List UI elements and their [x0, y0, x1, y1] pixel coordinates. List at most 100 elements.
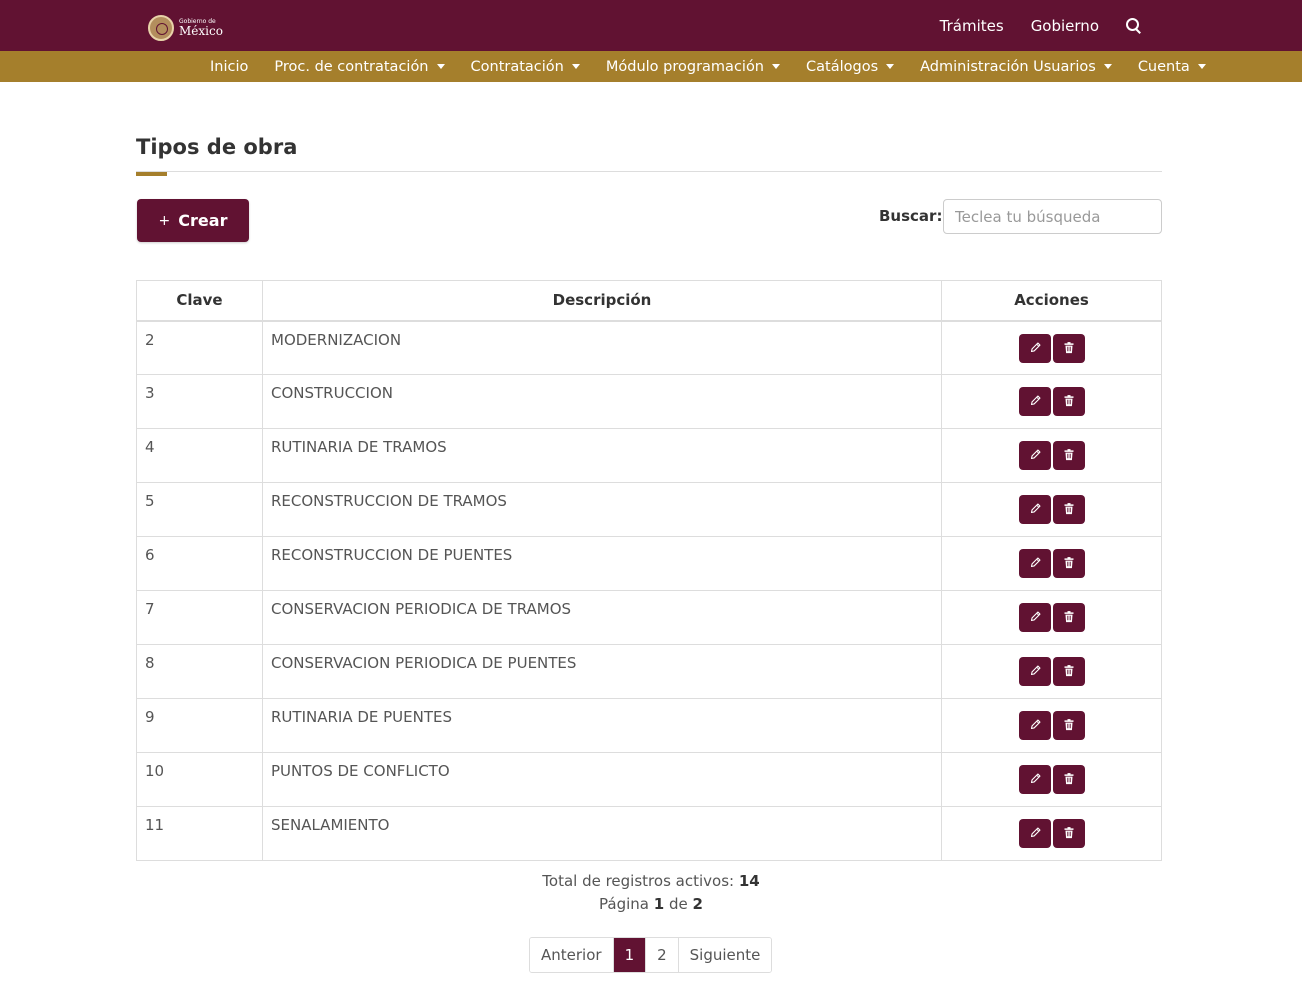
- table-row: 7 CONSERVACION PERIODICA DE TRAMOS: [136, 590, 1162, 645]
- edit-button[interactable]: [1018, 657, 1051, 686]
- table-row: 10 PUNTOS DE CONFLICTO: [136, 752, 1162, 807]
- create-button-label: Crear: [178, 211, 228, 230]
- pagination-previous[interactable]: Anterior: [530, 938, 613, 972]
- pencil-icon: [1030, 341, 1041, 352]
- delete-button[interactable]: [1052, 495, 1085, 524]
- logo-big-text: México: [179, 24, 223, 38]
- cell-clave: 9: [136, 698, 263, 753]
- header-links: Trámites Gobierno: [940, 0, 1142, 51]
- search-icon[interactable]: [1126, 17, 1142, 34]
- cell-acciones: [941, 428, 1162, 483]
- delete-button[interactable]: [1052, 819, 1085, 848]
- pencil-icon: [1030, 395, 1041, 406]
- edit-button[interactable]: [1018, 765, 1051, 794]
- cell-descripcion: MODERNIZACION: [262, 320, 942, 375]
- pagination-page-2[interactable]: 2: [645, 938, 678, 972]
- nav-item-administracion-usuarios[interactable]: Administración Usuarios: [920, 59, 1112, 75]
- nav-item-label: Inicio: [210, 58, 249, 75]
- nav-item-label: Contratación: [470, 58, 564, 75]
- gobierno-mexico-logo[interactable]: Gobierno de México: [148, 15, 223, 41]
- cell-acciones: [941, 320, 1162, 375]
- pencil-icon: [1030, 827, 1041, 838]
- caret-down-icon: [571, 64, 580, 69]
- edit-button[interactable]: [1018, 441, 1051, 470]
- pagination-next[interactable]: Siguiente: [677, 938, 772, 972]
- trash-icon: [1064, 611, 1073, 623]
- cell-acciones: [941, 482, 1162, 537]
- search-input[interactable]: [943, 199, 1162, 234]
- nav-item-inicio[interactable]: Inicio: [210, 59, 248, 75]
- edit-button[interactable]: [1018, 603, 1051, 632]
- national-seal-icon: [148, 15, 174, 41]
- page-label: Página: [599, 895, 649, 913]
- nav-item-proc-contratacion[interactable]: Proc. de contratación: [274, 59, 445, 75]
- trash-icon: [1064, 773, 1073, 785]
- cell-descripcion: RUTINARIA DE PUENTES: [262, 698, 942, 753]
- total-records-line: Total de registros activos: 14: [0, 870, 1302, 893]
- table-row: 3 CONSTRUCCION: [136, 374, 1162, 429]
- cell-descripcion: CONSERVACION PERIODICA DE TRAMOS: [262, 590, 942, 645]
- plus-icon: +: [158, 212, 171, 229]
- cell-acciones: [941, 698, 1162, 753]
- table-row: 6 RECONSTRUCCION DE PUENTES: [136, 536, 1162, 591]
- delete-button[interactable]: [1052, 603, 1085, 632]
- table-row: 4 RUTINARIA DE TRAMOS: [136, 428, 1162, 483]
- nav-item-label: Cuenta: [1137, 58, 1190, 75]
- column-header-descripcion[interactable]: Descripción: [262, 280, 942, 322]
- trash-icon: [1064, 665, 1073, 677]
- cell-descripcion: PUNTOS DE CONFLICTO: [262, 752, 942, 807]
- pencil-icon: [1030, 449, 1041, 460]
- total-value: 14: [738, 872, 760, 890]
- pagination: Anterior 1 2 Siguiente: [529, 937, 773, 973]
- nav-item-cuenta[interactable]: Cuenta: [1138, 59, 1206, 75]
- cell-clave: 7: [136, 590, 263, 645]
- trash-icon: [1064, 395, 1073, 407]
- cell-descripcion: CONSERVACION PERIODICA DE PUENTES: [262, 644, 942, 699]
- caret-down-icon: [436, 64, 445, 69]
- column-header-clave[interactable]: Clave: [136, 280, 263, 322]
- title-divider: [136, 171, 1162, 172]
- pencil-icon: [1030, 665, 1041, 676]
- table-row: 8 CONSERVACION PERIODICA DE PUENTES: [136, 644, 1162, 699]
- tipos-obra-table: Clave Descripción Acciones 2 MODERNIZACIO…: [136, 280, 1162, 861]
- delete-button[interactable]: [1052, 441, 1085, 470]
- edit-button[interactable]: [1018, 495, 1051, 524]
- page-indicator-line: Página 1 de 2: [0, 893, 1302, 916]
- delete-button[interactable]: [1052, 387, 1085, 416]
- nav-item-catalogos[interactable]: Catálogos: [806, 59, 895, 75]
- delete-button[interactable]: [1052, 333, 1085, 363]
- cell-acciones: [941, 644, 1162, 699]
- create-button[interactable]: + Crear: [137, 199, 249, 242]
- cell-clave: 8: [136, 644, 263, 699]
- pagination-page-1[interactable]: 1: [612, 938, 646, 972]
- top-header: Gobierno de México Trámites Gobierno: [0, 0, 1302, 51]
- table-row: 11 SENALAMIENTO: [136, 806, 1162, 861]
- pencil-icon: [1030, 503, 1041, 514]
- header-link-gobierno[interactable]: Gobierno: [1031, 17, 1099, 35]
- page-total: 2: [692, 895, 703, 913]
- cell-descripcion: SENALAMIENTO: [262, 806, 942, 861]
- nav-item-contratacion[interactable]: Contratación: [471, 59, 580, 75]
- logo-text: Gobierno de México: [179, 19, 223, 38]
- edit-button[interactable]: [1018, 549, 1051, 578]
- table-header-row: Clave Descripción Acciones: [136, 280, 1162, 322]
- delete-button[interactable]: [1052, 765, 1085, 794]
- cell-acciones: [941, 590, 1162, 645]
- cell-clave: 4: [136, 428, 263, 483]
- cell-descripcion: RECONSTRUCCION DE TRAMOS: [262, 482, 942, 537]
- edit-button[interactable]: [1018, 711, 1051, 740]
- records-summary: Total de registros activos: 14 Página 1 …: [0, 870, 1302, 916]
- delete-button[interactable]: [1052, 549, 1085, 578]
- edit-button[interactable]: [1018, 333, 1051, 363]
- pencil-icon: [1030, 773, 1041, 784]
- page-title: Tipos de obra: [136, 135, 298, 159]
- cell-clave: 6: [136, 536, 263, 591]
- delete-button[interactable]: [1052, 657, 1085, 686]
- header-link-tramites[interactable]: Trámites: [940, 17, 1004, 35]
- edit-button[interactable]: [1018, 819, 1051, 848]
- nav-item-modulo-programacion[interactable]: Módulo programación: [606, 59, 781, 75]
- delete-button[interactable]: [1052, 711, 1085, 740]
- table-row: 5 RECONSTRUCCION DE TRAMOS: [136, 482, 1162, 537]
- edit-button[interactable]: [1018, 387, 1051, 416]
- caret-down-icon: [1103, 64, 1112, 69]
